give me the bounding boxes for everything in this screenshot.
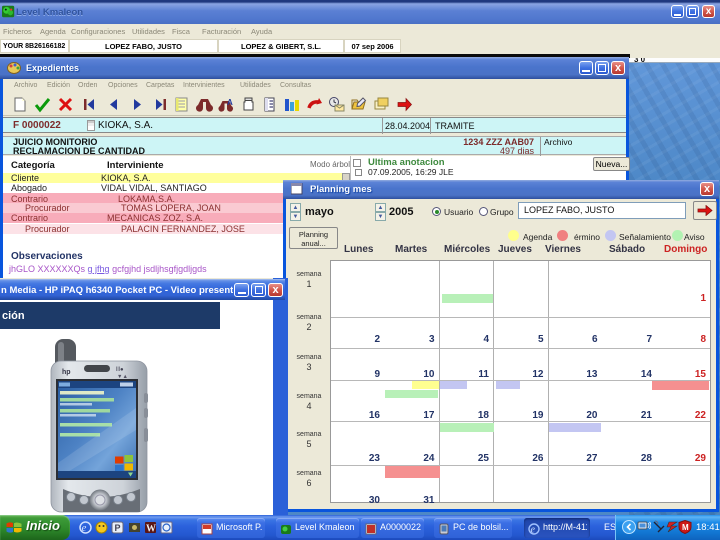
svg-text:e: e [531,525,536,536]
svg-text:M: M [682,523,689,532]
svg-text:hp: hp [62,369,71,376]
svg-text:A: A [227,98,233,107]
svg-text:lll●: lll● [116,367,124,373]
